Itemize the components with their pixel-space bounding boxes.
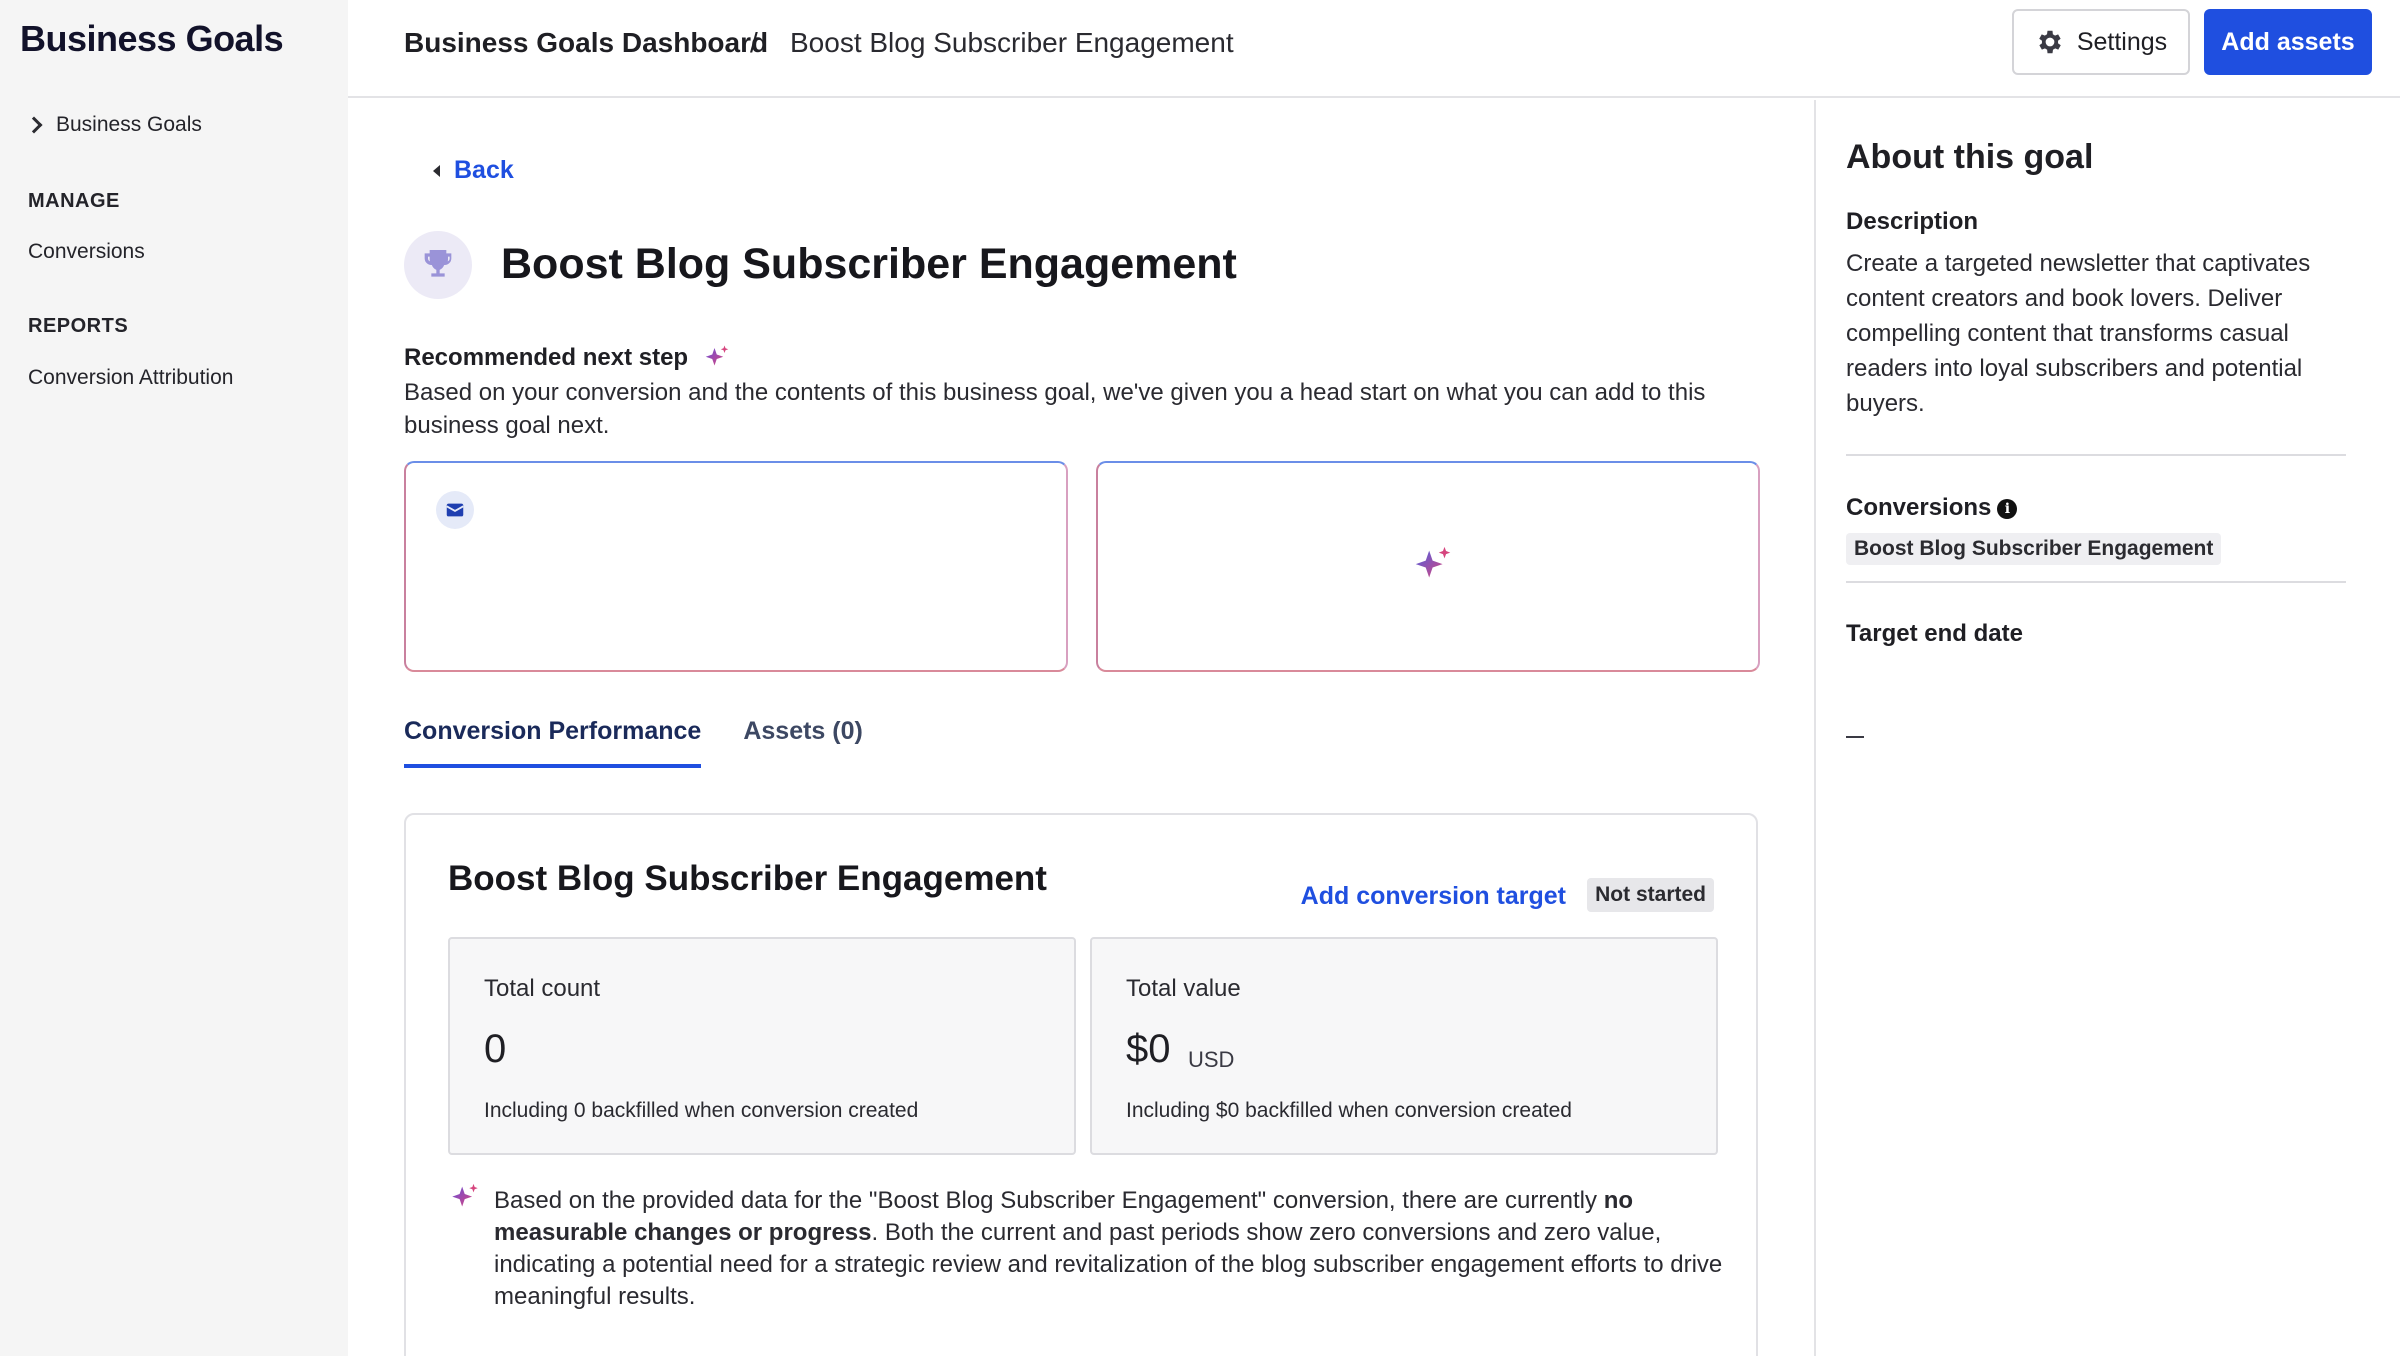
tab-bar: Conversion Performance Assets (0) [404,717,863,768]
about-goal-panel: About this goal Description Create a tar… [1814,100,2400,1356]
about-goal-title: About this goal [1846,138,2094,176]
target-end-date-label: Target end date [1846,620,2023,647]
ai-summary: Based on the provided data for the "Boos… [494,1185,1724,1313]
total-value-note: Including $0 backfilled when conversion … [1126,1099,1572,1122]
sidebar-item-conversion-attribution[interactable]: Conversion Attribution [28,366,233,390]
goal-description: Create a targeted newsletter that captiv… [1846,250,2311,417]
mail-badge [436,491,474,529]
total-value-value: $0 [1126,1027,1171,1071]
total-count-value: 0 [484,1027,507,1071]
sidebar-item-business-goals[interactable]: Business Goals [25,113,202,137]
conversion-chip[interactable]: Boost Blog Subscriber Engagement [1846,533,2222,565]
back-link[interactable]: Back [433,156,514,185]
conversions-label: Conversions [1846,494,1992,521]
total-count-note: Including 0 backfilled when conversion c… [484,1099,919,1122]
breadcrumb-root[interactable]: Business Goals Dashboard [404,27,768,59]
divider [1846,581,2346,583]
recommended-heading: Recommended next step [404,343,732,373]
trophy-icon [424,250,452,277]
total-count-label: Total count [484,975,601,1002]
sidebar-item-label: Business Goals [56,113,202,136]
settings-button[interactable]: Settings [2012,9,2190,75]
total-count-tile: Total count 0 Including 0 backfilled whe… [448,937,1076,1155]
sparkle-icon [452,1183,478,1207]
main-content: Back Boost Blog Subscriber Engagement Re… [348,100,1814,1356]
status-badge: Not started [1587,878,1714,912]
recommendation-card-newsletter[interactable] [404,461,1068,672]
recommendation-card-generate[interactable] [1096,461,1760,672]
total-value-unit: USD [1188,1047,1235,1072]
breadcrumb-separator: / [750,27,758,58]
sidebar: Business Goals Business Goals MANAGE Con… [0,0,348,1356]
app-brand: Business Goals [20,18,284,59]
conversion-performance-card: Boost Blog Subscriber Engagement Add con… [404,813,1758,1356]
conversions-heading: Conversions i [1846,494,2018,522]
add-assets-button[interactable]: Add assets [2204,9,2372,75]
ai-summary-lead: Based on the provided data for the "Boos… [494,1187,1604,1214]
info-icon[interactable]: i [1997,499,2018,519]
total-value-tile: Total value $0 USD Including $0 backfill… [1090,937,1718,1155]
manage-heading: MANAGE [28,190,120,212]
description-label: Description [1846,208,1979,235]
recommended-heading-label: Recommended next step [404,344,689,371]
chevron-right-icon [25,116,43,134]
add-conversion-target-link[interactable]: Add conversion target [1301,882,1566,911]
goal-avatar [404,231,472,299]
breadcrumb-current: Boost Blog Subscriber Engagement [790,27,1234,58]
tab-conversion-performance[interactable]: Conversion Performance [404,717,702,768]
divider [1846,454,2346,456]
page-title: Boost Blog Subscriber Engagement [501,240,1237,288]
top-bar: Business Goals Dashboard / Boost Blog Su… [348,0,2400,98]
gear-icon [2039,30,2061,54]
back-label: Back [454,156,514,184]
recommended-description: Based on your conversion and the content… [404,379,1706,439]
performance-title: Boost Blog Subscriber Engagement [448,859,1047,898]
reports-heading: REPORTS [28,315,129,337]
total-value-label: Total value [1126,975,1241,1002]
caret-left-icon [433,164,440,177]
mail-icon [446,503,464,517]
sidebar-item-conversions[interactable]: Conversions [28,240,145,264]
tab-assets[interactable]: Assets (0) [743,717,863,768]
sparkle-icon [705,345,729,366]
empty-value-dash [1846,736,1864,738]
sparkle-icon [1415,546,1451,578]
settings-button-label: Settings [2076,27,2168,56]
